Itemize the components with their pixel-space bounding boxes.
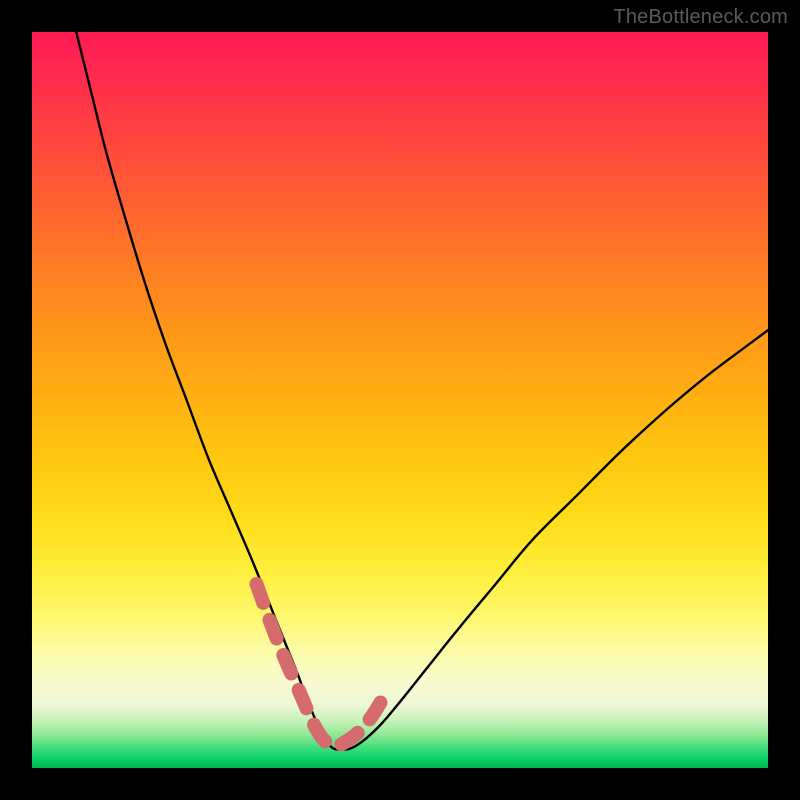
bottleneck-curve (76, 32, 768, 750)
curve-layer (32, 32, 768, 768)
plot-area (32, 32, 768, 768)
dashed-highlight (257, 584, 390, 746)
watermark-text: TheBottleneck.com (613, 6, 788, 29)
outer-frame: TheBottleneck.com (0, 0, 800, 800)
